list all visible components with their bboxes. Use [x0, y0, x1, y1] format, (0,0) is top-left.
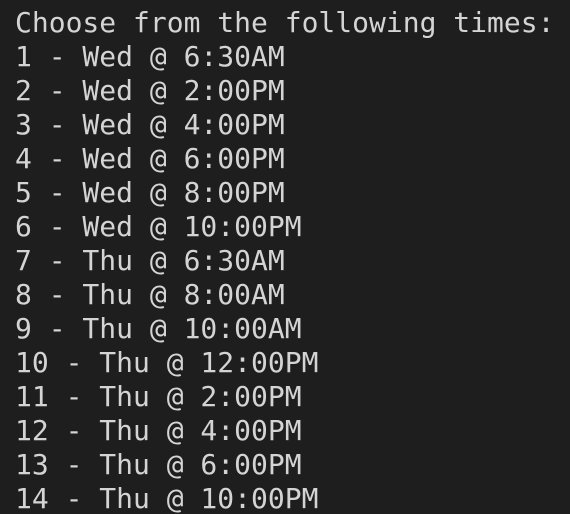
time-option: 1 - Wed @ 6:30AM [15, 40, 285, 73]
time-option: 3 - Wed @ 4:00PM [15, 108, 285, 141]
time-option: 9 - Thu @ 10:00AM [15, 312, 302, 345]
time-option: 5 - Wed @ 8:00PM [15, 176, 285, 209]
time-option: 11 - Thu @ 2:00PM [15, 380, 302, 413]
time-option: 6 - Wed @ 10:00PM [15, 210, 302, 243]
prompt-heading: Choose from the following times: [15, 6, 555, 39]
time-option: 4 - Wed @ 6:00PM [15, 142, 285, 175]
time-option: 7 - Thu @ 6:30AM [15, 244, 285, 277]
time-option: 12 - Thu @ 4:00PM [15, 414, 302, 447]
terminal-output: Choose from the following times: 1 - Wed… [0, 0, 570, 514]
time-option: 10 - Thu @ 12:00PM [15, 346, 319, 379]
time-option: 13 - Thu @ 6:00PM [15, 448, 302, 481]
time-option: 14 - Thu @ 10:00PM [15, 482, 319, 514]
terminal-lines: Choose from the following times: 1 - Wed… [15, 0, 554, 514]
time-option: 8 - Thu @ 8:00AM [15, 278, 285, 311]
time-option: 2 - Wed @ 2:00PM [15, 74, 285, 107]
